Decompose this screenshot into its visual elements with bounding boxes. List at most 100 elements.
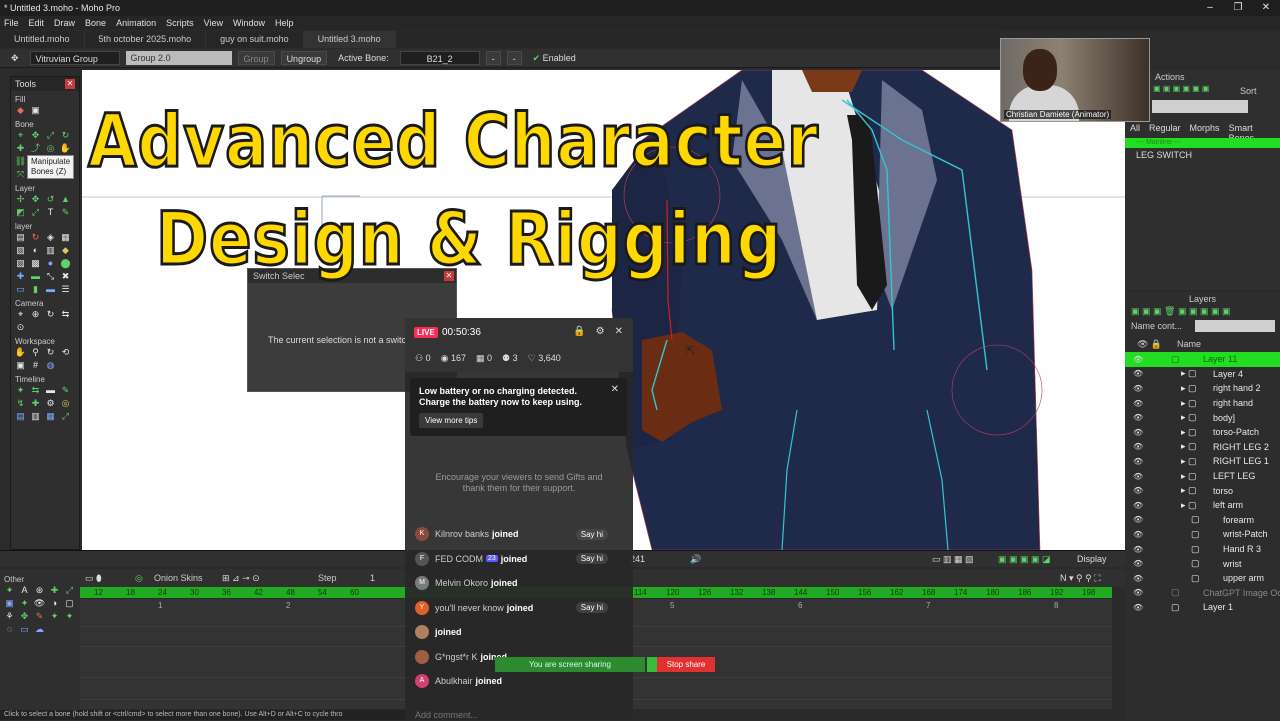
other-tool-4-icon[interactable]: ✚ [48,585,61,596]
timeline-tool-2-icon[interactable]: ⇆ [29,385,42,396]
say-hi-button[interactable]: Say hi [575,528,608,540]
avatar[interactable]: A [415,674,429,689]
timeline-tool-11-icon[interactable]: ▦ [44,411,57,422]
feed-username[interactable]: Melvin Okoro [435,578,488,588]
layer-type-icon[interactable]: ▸ ▢ [1181,485,1197,496]
layer-row[interactable]: 👁 ▢ upper arm [1125,571,1280,586]
say-hi-button[interactable]: Say hi [575,553,608,565]
select-shape-icon[interactable]: ▣ [29,105,42,116]
select-bone-icon[interactable]: ⌖ [14,130,27,141]
layer-type-icon[interactable]: ▸ ▢ [1181,412,1197,423]
orbit-view-icon[interactable]: ⟲ [59,347,72,358]
bone-prev-button[interactable]: - [485,51,501,65]
tab-untitled-3[interactable]: Untitled 3.moho [303,31,396,48]
layer-tool-10-icon[interactable]: ▩ [29,258,42,269]
avatar[interactable]: K [415,527,429,542]
layer-tool-9-icon[interactable]: ▨ [14,258,27,269]
layer-row[interactable]: 👁 ▢ Hand R 3 [1125,542,1280,557]
keyframe-tools-icon[interactable]: ▭ ⬮ [85,573,102,584]
transform-bone-icon[interactable]: ⤧ [14,169,27,180]
menu-file[interactable]: File [4,18,19,28]
move-layer-icon[interactable]: ✥ [29,194,42,205]
layer-type-icon[interactable]: ▢ [1171,354,1180,365]
feed-username[interactable]: G*ngst*r K [435,652,478,662]
other-tool-12-icon[interactable]: ✥ [18,611,31,622]
layer-type-icon[interactable]: ▸ ▢ [1181,398,1197,409]
tab-untitled[interactable]: Untitled.moho [0,31,85,48]
layer-type-icon[interactable]: ▸ ▢ [1181,456,1197,467]
zoom-timeline-icons[interactable]: N ▾ ⚲ ⚲ ⛶ [1060,573,1101,584]
view-mode-icons[interactable]: ▭ ▥ ▦ ▧ [932,554,974,565]
action-name-field[interactable] [1152,100,1248,113]
view-more-tips-button[interactable]: View more tips [419,413,484,428]
timeline-grid-icon[interactable]: ⊞ ⊿ ⊸ ⊙ [222,573,260,584]
layer-tool-18-icon[interactable]: ▮ [29,284,42,295]
layer-tool-14-icon[interactable]: ▬ [29,271,42,282]
layer-row[interactable]: 👁 ▢ ChatGPT Image Oct [1125,586,1280,601]
layer-row[interactable]: 👁 ▢ wrist-Patch [1125,527,1280,542]
close-icon[interactable]: ✕ [1252,0,1280,16]
volume-icon[interactable]: 🔊 [690,554,701,565]
step-value[interactable]: 1 [370,573,375,583]
visibility-eye-icon[interactable]: 👁 [1133,355,1143,364]
layer-filter-field[interactable] [1195,320,1275,332]
other-tool-3-icon[interactable]: ⊛ [33,585,46,596]
active-bone-select[interactable]: B21_2 [399,51,480,65]
visibility-eye-icon[interactable]: 👁 [1133,545,1143,554]
other-tool-7-icon[interactable]: ✦ [18,598,31,609]
action-leg-switch[interactable]: LEG SWITCH [1136,150,1192,160]
camera-zoom-icon[interactable]: ⊕ [29,309,42,320]
group-button[interactable]: Group [237,51,275,65]
visibility-eye-icon[interactable]: 👁 [1133,413,1143,422]
bone-next-button[interactable]: - [506,51,522,65]
onion-skins-label[interactable]: Onion Skins [154,573,203,583]
menu-window[interactable]: Window [233,18,265,28]
layer-type-icon[interactable]: ▸ ▢ [1181,471,1197,482]
group-select[interactable]: Vitruvian Group [29,51,120,65]
layer-tool-3-icon[interactable]: ◈ [44,232,57,243]
menu-animation[interactable]: Animation [116,18,156,28]
visibility-eye-icon[interactable]: 👁 [1133,486,1143,495]
name-filter-select[interactable]: Name cont... [1131,321,1182,331]
layer-row[interactable]: 👁 ▢ forearm [1125,513,1280,528]
visibility-eye-icon[interactable]: 👁 [1133,457,1143,466]
avatar[interactable]: F [415,551,429,566]
stop-share-button[interactable]: Stop share [657,657,715,672]
menu-draw[interactable]: Draw [54,18,75,28]
minimize-icon[interactable]: – [1196,0,1224,16]
other-tool-13-icon[interactable]: ✎ [33,611,46,622]
say-hi-button[interactable]: Say hi [575,602,608,614]
grid-icon[interactable]: # [29,360,42,371]
layer-row[interactable]: 👁 ▸ ▢ RIGHT LEG 2 [1125,440,1280,455]
avatar[interactable]: Y [415,600,429,615]
layer-tool-8-icon[interactable]: ◆ [59,245,72,256]
feed-username[interactable]: you'll never know [435,603,504,613]
timeline-tool-12-icon[interactable]: ⤢ [59,411,72,422]
close-icon[interactable]: ✕ [65,79,75,89]
manipulate-bones-icon[interactable]: ✋ [59,143,72,154]
other-tool-5-icon[interactable]: ⤢ [63,585,76,596]
hand-pan-icon[interactable]: ✋ [14,347,27,358]
png-export-icon[interactable]: ▣ [14,360,27,371]
layer-type-icon[interactable]: ▢ [1191,514,1200,525]
visibility-eye-icon[interactable]: 👁 [1133,384,1143,393]
flip-layer-icon[interactable]: ◩ [14,207,27,218]
other-tool-1-icon[interactable]: ✦ [3,585,16,596]
paint-bucket-icon[interactable]: ◆ [14,105,27,116]
transform-layer-icon[interactable]: ✢ [14,194,27,205]
layer-tool-4-icon[interactable]: ▦ [59,232,72,243]
other-tool-17-icon[interactable]: ▭ [18,624,31,635]
layer-tool-1-icon[interactable]: ▤ [14,232,27,243]
lock-icon[interactable]: 🔒 [573,326,585,337]
feed-username[interactable]: Kilnrov banks [435,529,489,539]
layer-type-icon[interactable]: ▢ [1191,529,1200,540]
layer-row[interactable]: 👁 ▸ ▢ right hand [1125,396,1280,411]
bone-strength-icon[interactable]: ◎ [44,143,57,154]
layer-row[interactable]: 👁 ▸ ▢ torso [1125,483,1280,498]
menu-view[interactable]: View [204,18,223,28]
other-tool-14-icon[interactable]: ✦ [48,611,61,622]
visibility-eye-icon[interactable]: 👁 [1133,501,1143,510]
visibility-eye-icon[interactable]: 👁 [1133,472,1143,481]
layer-row[interactable]: 👁 ▢ Layer 1 [1125,600,1280,615]
visibility-eye-icon[interactable]: 👁 [1133,530,1143,539]
